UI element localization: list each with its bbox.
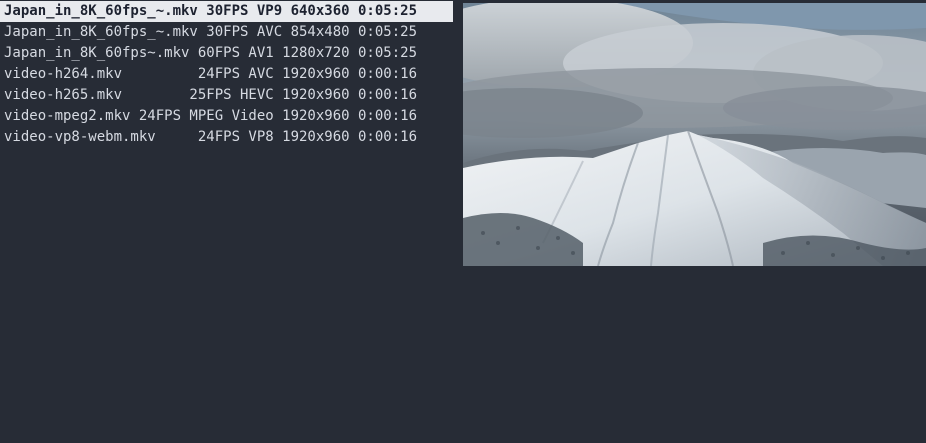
file-row[interactable]: Japan_in_8K_60fps_~.mkv 30FPS AVC 854x48… [0, 22, 456, 43]
mountain-landscape-picture [463, 3, 926, 266]
file-row[interactable]: video-h265.mkv 25FPS HEVC 1920x960 0:00:… [0, 85, 456, 106]
file-row-selected[interactable]: Japan_in_8K_60fps_~.mkv 30FPS VP9 640x36… [0, 1, 453, 22]
file-row[interactable]: video-mpeg2.mkv 24FPS MPEG Video 1920x96… [0, 106, 456, 127]
video-preview-image [463, 3, 926, 266]
file-list: Japan_in_8K_60fps_~.mkv 30FPS VP9 640x36… [0, 1, 456, 148]
file-row[interactable]: video-h264.mkv 24FPS AVC 1920x960 0:00:1… [0, 64, 456, 85]
file-row[interactable]: Japan_in_8K_60fps~.mkv 60FPS AV1 1280x72… [0, 43, 456, 64]
file-row[interactable]: video-vp8-webm.mkv 24FPS VP8 1920x960 0:… [0, 127, 456, 148]
